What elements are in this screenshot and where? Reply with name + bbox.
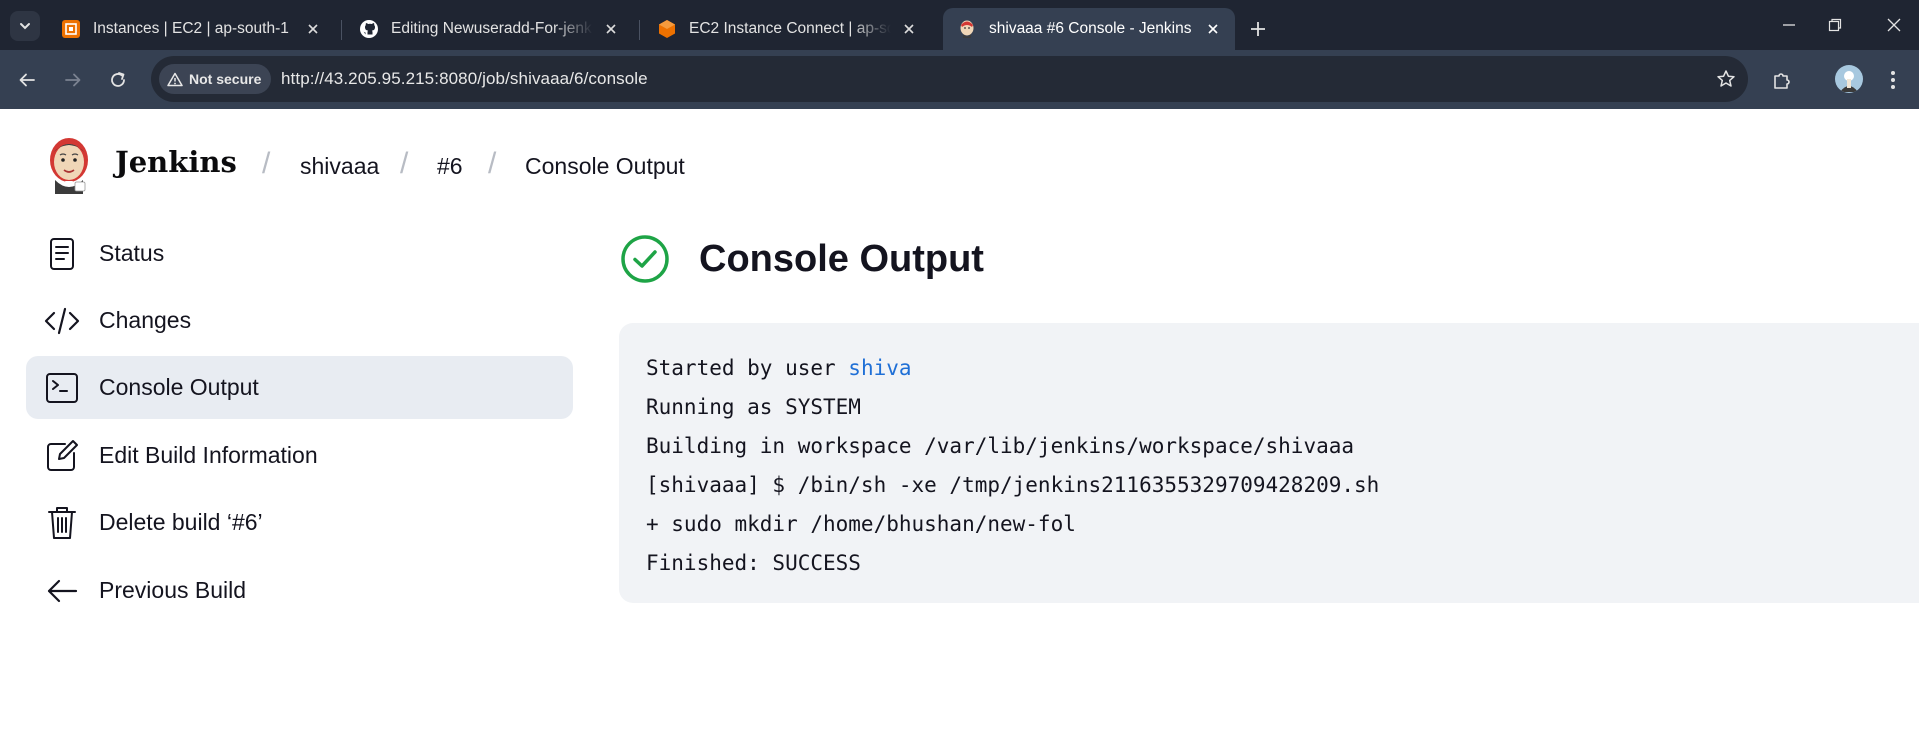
sidebar-item-label: Edit Build Information	[99, 442, 318, 468]
document-icon	[44, 236, 80, 272]
security-label: Not secure	[189, 71, 262, 87]
sidebar-item-changes[interactable]: Changes	[26, 289, 573, 352]
arrow-left-icon	[19, 73, 35, 87]
tab-search-button[interactable]	[10, 11, 40, 41]
github-icon	[359, 19, 379, 39]
code-icon	[44, 303, 80, 339]
tab-ec2-connect[interactable]: EC2 Instance Connect | ap-south-1	[643, 8, 931, 50]
tab-title: Instances | EC2 | ap-south-1	[93, 20, 289, 37]
warning-icon	[167, 72, 183, 86]
breadcrumb-separator: /	[400, 147, 409, 180]
tab-title: shivaaa #6 Console - Jenkins	[989, 20, 1192, 37]
minimize-button-real[interactable]	[1769, 10, 1809, 40]
breadcrumb-separator: /	[488, 147, 497, 180]
extensions-button[interactable]	[1765, 63, 1799, 97]
url-text[interactable]: http://43.205.95.215:8080/job/shivaaa/6/…	[281, 69, 648, 89]
sidebar-item-delete-build[interactable]: Delete build ‘#6’	[26, 491, 573, 554]
close-icon	[1887, 18, 1901, 32]
user-link[interactable]: shiva	[848, 356, 911, 380]
sidebar-item-status[interactable]: Status	[26, 222, 573, 285]
sidebar-item-previous-build[interactable]: Previous Build	[26, 559, 573, 622]
security-chip[interactable]: Not secure	[159, 64, 272, 94]
reload-button[interactable]	[101, 63, 135, 97]
tab-title: EC2 Instance Connect | ap-south-1	[689, 20, 891, 37]
profile-avatar[interactable]	[1835, 65, 1863, 93]
jenkins-logo[interactable]	[46, 134, 92, 194]
tab-title: Editing Newuseradd-For-jenkins	[391, 20, 593, 37]
aws-ec2-icon	[61, 19, 81, 39]
console-line: [shivaaa] $ /bin/sh -xe /tmp/jenkins2116…	[646, 473, 1380, 497]
console-line: Building in workspace /var/lib/jenkins/w…	[646, 434, 1355, 458]
console-output-panel: Started by user shiva Running as SYSTEM …	[619, 323, 1919, 603]
breadcrumb-build[interactable]: #6	[437, 153, 463, 180]
close-icon[interactable]	[303, 19, 323, 39]
new-tab-button[interactable]	[1243, 14, 1273, 44]
edit-icon	[44, 438, 80, 474]
sidebar-item-label: Console Output	[99, 374, 259, 400]
console-started-prefix: Started by user	[646, 356, 849, 380]
page-title: Console Output	[699, 238, 984, 280]
jenkins-butler-icon	[50, 138, 88, 194]
tab-separator	[639, 20, 640, 40]
sidebar-item-edit-build-information[interactable]: Edit Build Information	[26, 424, 573, 487]
user-avatar-icon	[1840, 71, 1858, 92]
browser-menu-button[interactable]	[1876, 63, 1910, 97]
sidebar-item-label: Status	[99, 240, 165, 266]
tab-separator	[341, 20, 342, 40]
console-line: Started by user shiva	[646, 349, 1919, 388]
minimize-icon	[1783, 24, 1795, 26]
bookmark-button[interactable]	[1714, 67, 1738, 91]
breadcrumb-job[interactable]: shivaaa	[300, 153, 379, 180]
tab-ec2-instances[interactable]: Instances | EC2 | ap-south-1	[47, 8, 335, 50]
restore-icon	[1828, 18, 1842, 32]
close-icon[interactable]	[1203, 19, 1223, 39]
arrow-right-icon	[65, 73, 81, 87]
chevron-down-icon	[20, 23, 30, 30]
close-icon[interactable]	[899, 19, 919, 39]
puzzle-icon	[1774, 73, 1790, 89]
breadcrumb-console-output[interactable]: Console Output	[525, 153, 685, 180]
arrow-left-icon	[44, 573, 80, 609]
browser-tabstrip: Instances | EC2 | ap-south-1 Editing New…	[0, 0, 1919, 50]
console-line: Running as SYSTEM	[646, 395, 861, 419]
tab-jenkins-console[interactable]: shivaaa #6 Console - Jenkins	[943, 8, 1235, 50]
close-icon[interactable]	[601, 19, 621, 39]
success-icon	[620, 234, 670, 284]
address-bar[interactable]: Not secure http://43.205.95.215:8080/job…	[151, 56, 1748, 102]
close-window-button[interactable]	[1874, 10, 1914, 40]
jenkins-brand[interactable]: Jenkins	[115, 145, 237, 179]
star-icon	[1717, 70, 1735, 87]
plus-icon	[1251, 22, 1265, 36]
sidebar-item-label: Delete build ‘#6’	[99, 509, 263, 535]
sidebar-item-label: Previous Build	[99, 577, 247, 603]
terminal-icon	[44, 370, 80, 406]
trash-icon	[44, 505, 80, 541]
console-line: + sudo mkdir /home/bhushan/new-fol	[646, 512, 1076, 536]
forward-button[interactable]	[56, 63, 90, 97]
more-vertical-icon	[1891, 71, 1895, 89]
breadcrumb-separator: /	[262, 147, 271, 180]
tab-github-editing[interactable]: Editing Newuseradd-For-jenkins	[345, 8, 633, 50]
sidebar-item-console-output[interactable]: Console Output	[26, 356, 573, 419]
aws-connect-icon	[657, 19, 677, 39]
browser-toolbar: Not secure http://43.205.95.215:8080/job…	[0, 50, 1919, 109]
restore-button[interactable]	[1815, 10, 1855, 40]
console-line: Finished: SUCCESS	[646, 551, 861, 575]
sidebar-item-label: Changes	[99, 307, 192, 333]
reload-icon	[111, 72, 125, 87]
back-button[interactable]	[10, 63, 44, 97]
jenkins-icon	[957, 19, 977, 39]
